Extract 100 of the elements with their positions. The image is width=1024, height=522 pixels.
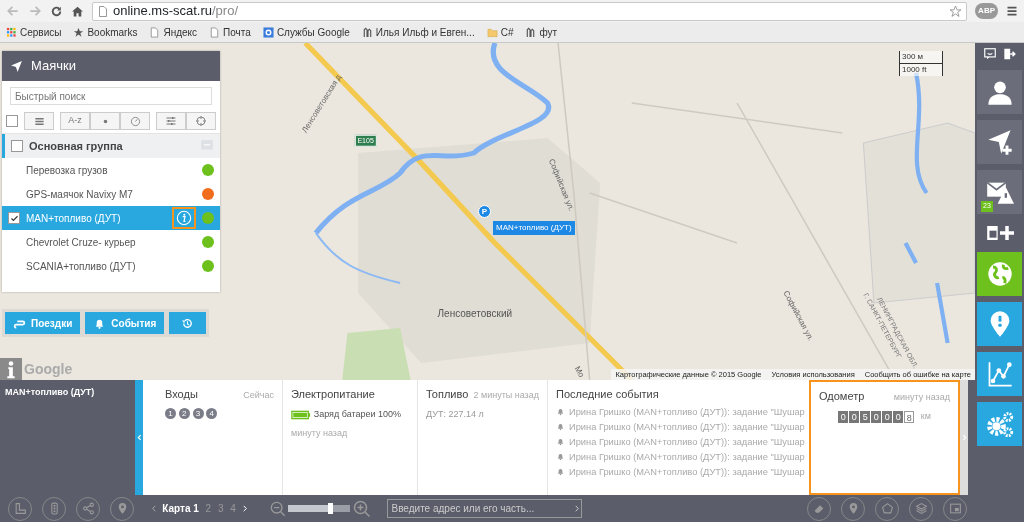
scale-label: 300 м bbox=[900, 51, 942, 64]
tracker-row[interactable]: Перевозка грузов bbox=[2, 158, 220, 182]
checkbox[interactable] bbox=[11, 140, 23, 152]
checkbox[interactable] bbox=[8, 212, 20, 224]
tracker-row[interactable]: SCANIA+топливо (ДУТ) bbox=[2, 254, 220, 278]
dot-icon bbox=[101, 117, 109, 125]
speed-sort-button[interactable] bbox=[120, 112, 150, 130]
select-all-checkbox[interactable] bbox=[6, 115, 18, 127]
bookmark[interactable]: Илья Ильф и Евген... bbox=[361, 24, 475, 40]
marker-label[interactable]: MAN+топливо (ДУТ) bbox=[493, 221, 575, 235]
url-text: online.ms-scat.ru/pro/ bbox=[113, 2, 238, 21]
bell-icon bbox=[556, 467, 565, 476]
arrow-plus-tile[interactable] bbox=[977, 119, 1022, 164]
back-icon[interactable] bbox=[6, 4, 20, 18]
logout-icon[interactable] bbox=[1002, 47, 1017, 61]
ruler-icon bbox=[13, 502, 27, 515]
tracker-name: Перевозка грузов bbox=[26, 163, 109, 178]
map-logo: Google bbox=[24, 360, 73, 379]
chevron-right-icon bbox=[960, 433, 968, 442]
sort-button[interactable]: A-z bbox=[60, 112, 90, 130]
update-time: Сейчас bbox=[243, 389, 274, 402]
chevron-right-icon[interactable] bbox=[572, 504, 581, 513]
odometer-digit: 0 bbox=[838, 410, 849, 423]
odometer-digit: 5 bbox=[860, 410, 871, 423]
globe-tile[interactable] bbox=[977, 251, 1022, 296]
bell-icon bbox=[556, 422, 565, 431]
forward-icon[interactable] bbox=[28, 4, 42, 18]
update-time: минуту назад bbox=[291, 427, 349, 440]
search-field[interactable]: Быстрый поиск bbox=[10, 87, 212, 105]
bookmark[interactable]: Сервисы bbox=[6, 24, 62, 40]
list-icon bbox=[33, 115, 45, 127]
gears-tile[interactable] bbox=[977, 401, 1022, 446]
globe-icon bbox=[985, 259, 1014, 288]
odometer-digit: 0 bbox=[882, 410, 893, 423]
pentagon-icon bbox=[880, 502, 894, 515]
section-title: Входы bbox=[165, 387, 198, 402]
bookmark[interactable]: фут bbox=[525, 24, 558, 40]
update-time: 2 минуты назад bbox=[473, 389, 539, 402]
zoom-out-icon[interactable] bbox=[269, 500, 286, 517]
info-icon[interactable] bbox=[0, 358, 22, 380]
apps-icon bbox=[6, 26, 17, 38]
tracker-name: MAN+топливо (ДУТ) bbox=[26, 211, 122, 226]
filter-button[interactable] bbox=[156, 112, 186, 130]
zoom-in-icon[interactable] bbox=[353, 499, 371, 518]
menu-icon[interactable] bbox=[1006, 5, 1018, 17]
info-button[interactable] bbox=[172, 207, 196, 229]
list-view-button[interactable] bbox=[24, 112, 54, 130]
bookmark[interactable]: Bookmarks bbox=[73, 24, 138, 40]
section-title: Последние события bbox=[556, 387, 659, 402]
reload-icon[interactable] bbox=[50, 4, 63, 18]
unit-label: км bbox=[920, 410, 931, 423]
line-chart-tile[interactable] bbox=[977, 351, 1022, 396]
tracker-name: SCANIA+топливо (ДУТ) bbox=[26, 259, 137, 274]
odometer-digit: 8 bbox=[904, 410, 915, 423]
status-sort-button[interactable] bbox=[90, 112, 120, 130]
road-label: Мо bbox=[571, 363, 588, 380]
bookmark[interactable]: C# bbox=[486, 24, 514, 40]
odometer-digit: 0 bbox=[893, 410, 904, 423]
bookmark[interactable]: Яндекс bbox=[149, 24, 198, 40]
tracker-row[interactable]: GPS-маячок Navixy M7 bbox=[2, 182, 220, 206]
chevron-left-icon bbox=[135, 433, 143, 442]
bookmark[interactable]: Почта bbox=[209, 24, 251, 40]
fuel-value: ДУТ: 227.14 л bbox=[426, 408, 485, 421]
page-icon bbox=[97, 4, 109, 18]
locate-button[interactable] bbox=[186, 112, 216, 130]
place-label: Ленсоветовский bbox=[437, 306, 513, 321]
star-icon bbox=[73, 26, 85, 38]
bookmark[interactable]: Службы Google bbox=[262, 24, 350, 40]
group-name: Основная группа bbox=[29, 138, 123, 154]
input-indicator: 1 bbox=[165, 408, 176, 419]
address-bar[interactable]: online.ms-scat.ru/pro/ bbox=[92, 1, 968, 21]
zoom-slider[interactable] bbox=[288, 505, 351, 512]
battery-status: Заряд батареи 100% bbox=[313, 408, 402, 421]
bell-icon bbox=[556, 437, 565, 446]
page-icon bbox=[149, 26, 161, 38]
figure-icon bbox=[361, 26, 373, 38]
map-tab[interactable]: Карта 1 bbox=[160, 501, 201, 516]
star-icon[interactable] bbox=[949, 4, 963, 18]
chat-icon[interactable] bbox=[982, 47, 997, 61]
chevron-right-icon[interactable] bbox=[240, 504, 249, 513]
info-icon bbox=[176, 210, 192, 226]
check-icon bbox=[9, 213, 19, 223]
section-title: Электропитание bbox=[291, 387, 375, 402]
history-button[interactable] bbox=[169, 312, 207, 334]
chevron-left-icon[interactable] bbox=[149, 504, 158, 513]
figure-icon bbox=[525, 26, 537, 38]
address-field[interactable]: Введите адрес или его часть... bbox=[386, 499, 582, 518]
odometer-digit: 0 bbox=[849, 410, 860, 423]
map-pin-alert-tile[interactable] bbox=[977, 301, 1022, 346]
home-icon[interactable] bbox=[71, 4, 84, 18]
input-indicator: 2 bbox=[178, 408, 190, 419]
history-icon bbox=[181, 316, 195, 330]
user-tile[interactable] bbox=[977, 69, 1022, 114]
sliders-icon bbox=[165, 115, 177, 127]
folder-icon bbox=[486, 26, 498, 38]
tracker-name: GPS-маячок Navixy M7 bbox=[26, 187, 134, 202]
page-icon bbox=[209, 26, 221, 38]
tracker-row[interactable]: Chevrolet Cruze- курьер bbox=[2, 230, 220, 254]
slider-thumb[interactable] bbox=[328, 503, 334, 514]
navigation-arrow-icon bbox=[10, 59, 23, 73]
